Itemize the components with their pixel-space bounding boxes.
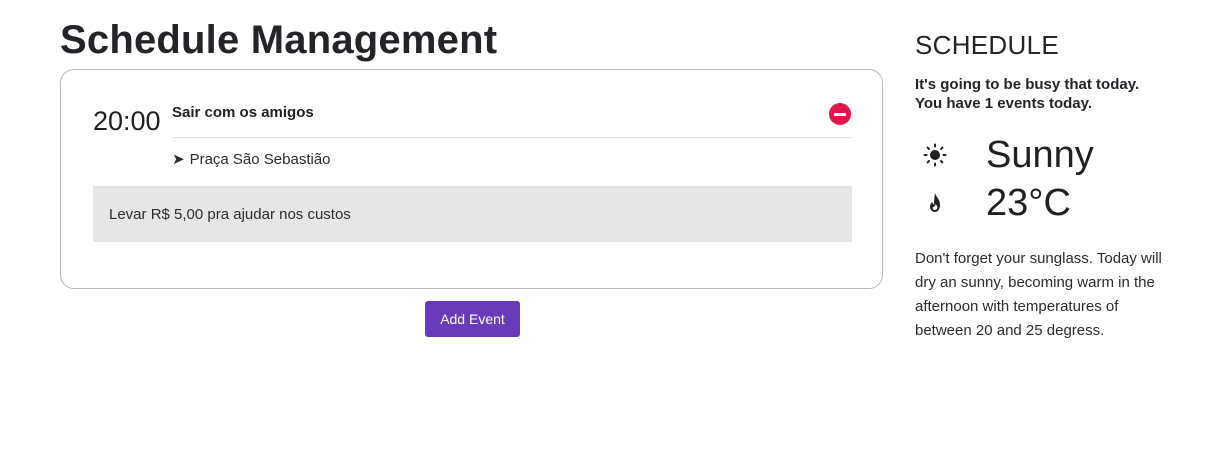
schedule-sidebar: SCHEDULE It's going to be busy that toda…: [915, 30, 1175, 343]
event-title: Sair com os amigos: [172, 104, 314, 121]
event-note: Levar R$ 5,00 pra ajudar nos custos: [93, 186, 852, 242]
event-location-text: Praça São Sebastião: [189, 151, 331, 168]
busy-line-2: You have 1 events today.: [915, 94, 1175, 113]
busy-line-1: It's going to be busy that today.: [915, 76, 1140, 93]
weather-condition-row: Sunny: [915, 131, 1175, 179]
busy-summary: It's going to be busy that today. You ha…: [915, 75, 1175, 113]
event-count: 1 events: [984, 95, 1045, 112]
flame-icon: [930, 193, 940, 212]
event-location: ➤ Praça São Sebastião: [172, 150, 331, 168]
event-divider: [172, 137, 853, 138]
weather-description: Don't forget your sunglass. Today will d…: [915, 250, 1162, 339]
weather-block: Sunny 23°C: [915, 131, 1175, 227]
sun-icon: [923, 143, 947, 167]
minus-circle-icon: [834, 113, 846, 116]
busy-prefix: You have: [915, 95, 985, 112]
event-card: 20:00 Sair com os amigos ➤ Praça São Seba…: [60, 69, 883, 289]
weather-temperature: 23°C: [986, 182, 1071, 224]
page-title: Schedule Management: [60, 18, 498, 62]
weather-temperature-row: 23°C: [915, 179, 1175, 227]
event-time: 20:00: [93, 106, 161, 136]
arrow-right-icon: ➤: [172, 151, 185, 168]
sidebar-title: SCHEDULE: [915, 30, 1059, 60]
add-event-button[interactable]: Add Event: [425, 301, 520, 337]
remove-event-button[interactable]: [829, 103, 851, 125]
busy-suffix: today.: [1044, 95, 1093, 112]
weather-condition: Sunny: [986, 134, 1094, 176]
